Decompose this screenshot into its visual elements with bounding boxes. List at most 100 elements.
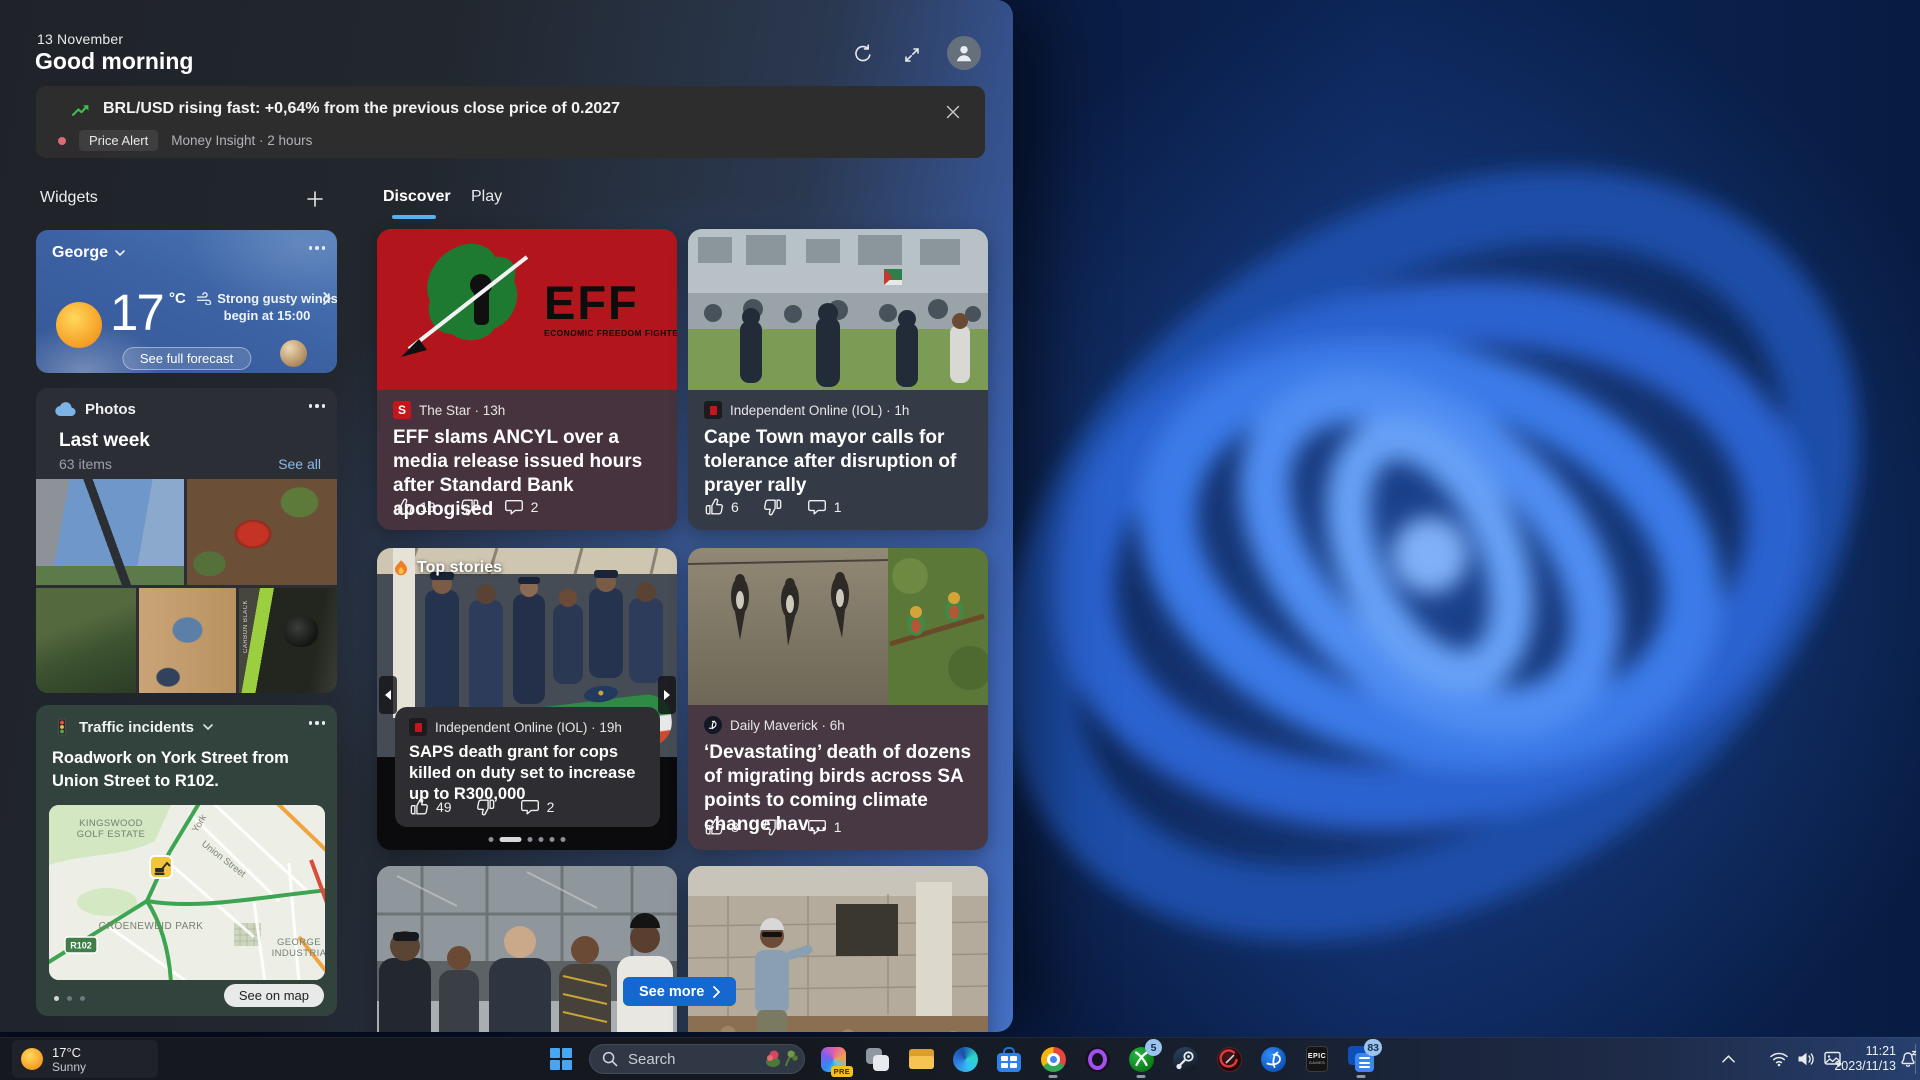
traffic-widget[interactable]: Traffic incidents Roadwork on York Stree…: [36, 705, 337, 1016]
price-alert-banner[interactable]: BRL/USD rising fast: +0,64% from the pre…: [36, 86, 985, 158]
start-button[interactable]: [539, 1038, 583, 1080]
news-card-birds[interactable]: Daily Maverick · 6h ‘Devastating’ death …: [688, 548, 988, 850]
svg-text:GEORGE: GEORGE: [277, 937, 321, 948]
news-card-partial-right[interactable]: [688, 866, 988, 1032]
weather-more-options-button[interactable]: [309, 246, 326, 250]
photo-thumbnail-keychains[interactable]: [139, 588, 236, 694]
photos-see-all-link[interactable]: See all: [278, 456, 321, 472]
comments-button[interactable]: 2: [504, 497, 539, 517]
weather-widget[interactable]: George 17 °C Strong gusty winds begin at…: [36, 230, 337, 373]
running-indicator: [1049, 1075, 1058, 1078]
news-card-eff[interactable]: EFF ECONOMIC FREEDOM FIGHTERS S The Star…: [377, 229, 677, 530]
news-card-carousel-saps[interactable]: Top stories Independent Online (IOL) · 1…: [377, 548, 677, 850]
news-source: Independent Online (IOL) · 1h: [730, 403, 909, 418]
like-button[interactable]: 8: [704, 817, 739, 837]
see-on-map-button[interactable]: See on map: [224, 984, 324, 1007]
traffic-pagination-dots[interactable]: [54, 996, 85, 1001]
photo-thumbnail-controller[interactable]: CARBON BLACK: [239, 588, 337, 694]
microsoft-store-button[interactable]: [987, 1038, 1031, 1080]
photos-widget[interactable]: Photos Last week 63 items See all CARBON…: [36, 388, 337, 693]
search-input[interactable]: [626, 1050, 748, 1069]
tab-play[interactable]: Play: [471, 188, 502, 206]
show-desktop-button[interactable]: [1915, 1044, 1920, 1074]
see-full-forecast-button[interactable]: See full forecast: [122, 347, 251, 370]
refresh-button[interactable]: [848, 39, 878, 69]
like-button[interactable]: 49: [409, 797, 452, 817]
battlenet-button[interactable]: [1251, 1038, 1295, 1080]
chevron-right-icon: [713, 986, 720, 998]
search-box[interactable]: [589, 1044, 805, 1074]
wind-icon: [196, 292, 213, 305]
dislike-button[interactable]: [763, 817, 783, 837]
dislike-button[interactable]: [460, 497, 480, 517]
like-button[interactable]: 6: [704, 497, 739, 517]
copilot-button[interactable]: PRE: [811, 1038, 855, 1080]
like-button[interactable]: 13: [393, 497, 436, 517]
svg-text:GOLF ESTATE: GOLF ESTATE: [77, 829, 145, 840]
tray-overflow-button[interactable]: [1712, 1038, 1744, 1080]
photo-thumbnail-mantis[interactable]: [36, 479, 184, 585]
photo-thumbnail-forest[interactable]: [36, 588, 136, 694]
weather-location-selector[interactable]: George: [52, 244, 125, 262]
cloud-icon: [54, 402, 76, 417]
weather-location: George: [52, 244, 108, 262]
opera-button[interactable]: [1075, 1038, 1119, 1080]
photo-thumbnail-fungus[interactable]: [187, 479, 337, 585]
task-view-icon: [865, 1047, 890, 1072]
carousel-pagination-dots[interactable]: [489, 837, 566, 842]
xbox-button[interactable]: 5: [1119, 1038, 1163, 1080]
widgets-taskbar-button[interactable]: 17°C Sunny: [12, 1040, 158, 1078]
top-stories-chip: Top stories: [393, 559, 502, 577]
comments-button[interactable]: 2: [520, 797, 555, 817]
game-launcher-button[interactable]: [1207, 1038, 1251, 1080]
chevron-down-icon[interactable]: [203, 724, 213, 731]
traffic-more-options-button[interactable]: [309, 721, 326, 725]
carousel-next-button[interactable]: [658, 676, 676, 714]
news-card-cape-town[interactable]: Independent Online (IOL) · 1h Cape Town …: [688, 229, 988, 530]
search-highlight-image[interactable]: [764, 1048, 798, 1070]
edge-button[interactable]: [943, 1038, 987, 1080]
volume-tray-button[interactable]: [1793, 1038, 1819, 1080]
carousel-story-panel[interactable]: Independent Online (IOL) · 19h SAPS deat…: [395, 707, 660, 827]
wifi-tray-button[interactable]: [1766, 1038, 1792, 1080]
dislike-button[interactable]: [476, 797, 496, 817]
comment-icon: [807, 497, 827, 517]
photos-more-options-button[interactable]: [309, 404, 326, 408]
photos-collection-title: Last week: [59, 430, 150, 452]
comment-count: 2: [547, 799, 555, 815]
expand-button[interactable]: [897, 40, 927, 70]
svg-text:INDUSTRIA: INDUSTRIA: [272, 948, 325, 959]
roadwork-marker-icon: [150, 856, 172, 878]
alert-meta: Money Insight · 2 hours: [171, 133, 312, 148]
dislike-button[interactable]: [763, 497, 783, 517]
chevron-down-icon: [115, 250, 125, 257]
clock[interactable]: 11:21 2023/11/13: [1832, 1038, 1896, 1080]
carousel-previous-button[interactable]: [379, 676, 397, 714]
thumbs-down-icon: [460, 497, 480, 517]
task-view-button[interactable]: [855, 1038, 899, 1080]
news-card-partial-left[interactable]: [377, 866, 677, 1032]
epic-games-button[interactable]: EPIC GAMES: [1295, 1038, 1339, 1080]
mail-button[interactable]: 83: [1339, 1038, 1383, 1080]
tab-discover[interactable]: Discover: [383, 188, 451, 206]
news-image-construction: [688, 866, 988, 1032]
add-widget-button[interactable]: [300, 184, 330, 214]
panel-date: 13 November: [37, 31, 123, 47]
comments-button[interactable]: 1: [807, 497, 842, 517]
weather-next-button[interactable]: [323, 292, 331, 305]
chrome-icon: [1041, 1047, 1066, 1072]
photos-count: 63 items: [59, 456, 112, 472]
sunny-icon: [56, 302, 102, 348]
traffic-map[interactable]: R102 KINGSWOOD GOLF ESTATE GROENEWEID PA…: [49, 805, 325, 980]
xbox-notification-badge: 5: [1145, 1039, 1162, 1056]
file-explorer-button[interactable]: [899, 1038, 943, 1080]
steam-button[interactable]: [1163, 1038, 1207, 1080]
like-count: 6: [731, 499, 739, 515]
comments-button[interactable]: 1: [807, 817, 842, 837]
battlenet-icon: [1261, 1047, 1286, 1072]
close-icon[interactable]: [941, 100, 965, 124]
triangle-left-icon: [384, 689, 392, 701]
see-more-button[interactable]: See more: [623, 977, 736, 1006]
avatar[interactable]: [947, 36, 981, 70]
chrome-button[interactable]: [1031, 1038, 1075, 1080]
